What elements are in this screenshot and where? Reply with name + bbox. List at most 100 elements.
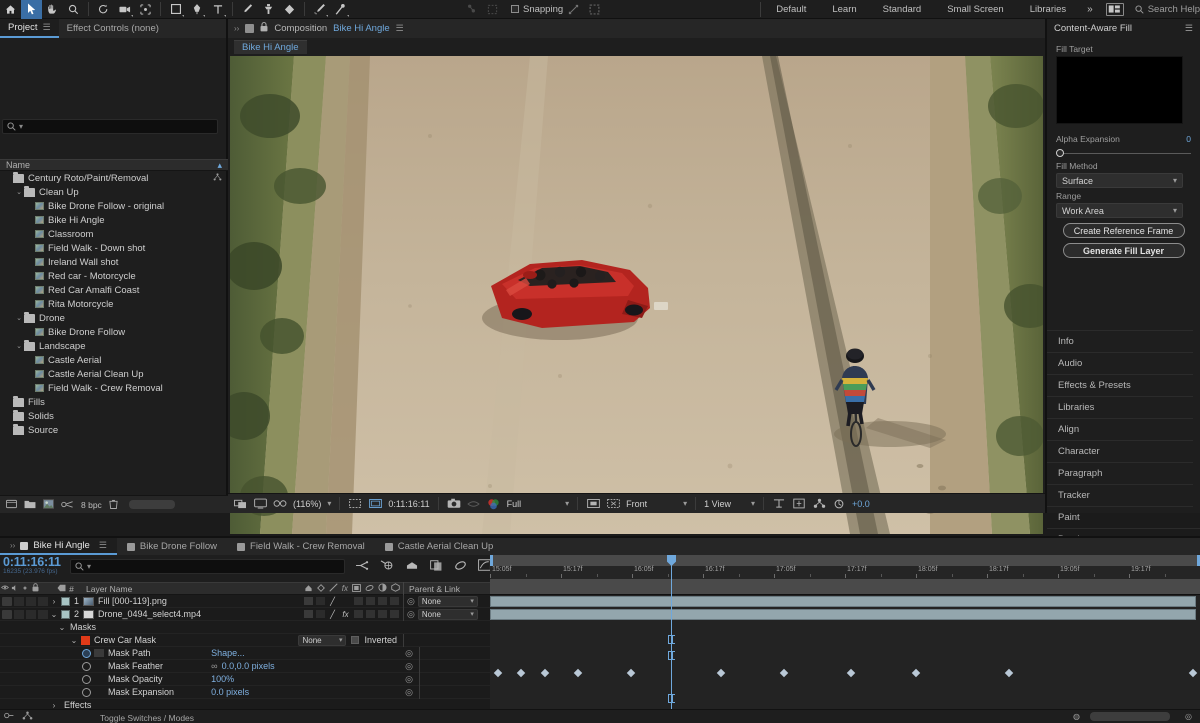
slider-knob[interactable] [1056,149,1064,157]
range-dropdown[interactable]: Work Area ▾ [1056,203,1183,218]
timeline-tab-castle-aerial-clean-up[interactable]: Castle Aerial Clean Up [375,538,504,555]
mask-path-keyframe-row[interactable] [490,667,1200,680]
snapping-checkbox[interactable] [511,5,519,13]
workspace-default[interactable]: Default [763,0,819,19]
views-value[interactable]: 1 View [704,499,731,509]
show-snapshot-icon[interactable] [467,497,481,511]
timeline-icon[interactable] [772,497,786,511]
collapse-icon[interactable] [316,597,325,605]
clone-stamp-tool-icon[interactable] [258,0,279,19]
shape-tool-icon[interactable] [165,0,186,19]
lock-icon[interactable] [38,597,48,606]
workspace-icon[interactable] [1106,3,1124,16]
reset-exposure-icon[interactable] [832,497,846,511]
zoom-tool-icon[interactable] [63,0,84,19]
solo-icon[interactable] [26,597,36,606]
frame-blending-icon[interactable] [430,560,443,574]
project-footage-row[interactable]: Bike Hi Angle [0,213,228,227]
zoom-in-icon[interactable]: ◎ [1185,712,1192,721]
project-folder-row[interactable]: ⌄Landscape [0,339,228,353]
snap-align-icon[interactable] [563,0,584,19]
mask-property-row[interactable]: Mask PathShape...◎ [0,647,490,660]
mask-property-row[interactable]: Mask Feather∞0.0,0.0 pixels◎ [0,660,490,673]
mask-property-value-cell[interactable]: ∞0.0,0.0 pixels [211,661,401,671]
solo-icon[interactable] [26,610,36,619]
link-dimensions-icon[interactable]: ∞ [211,661,217,671]
layer-bar-drone[interactable] [490,609,1196,620]
rotation-tool-icon[interactable] [93,0,114,19]
layer-label-color[interactable] [61,610,70,619]
collapsed-panel-tracker[interactable]: Tracker [1047,484,1200,506]
renderer-icon[interactable] [586,497,600,511]
parent-dropdown[interactable]: None▾ [418,609,478,620]
keyframe-marker[interactable] [1005,669,1013,677]
parent-dropdown[interactable]: None▾ [418,596,478,607]
keyframe-marker[interactable] [574,669,582,677]
panel-menu-icon[interactable]: ☰ [43,22,51,33]
chevron-down-icon[interactable]: ▾ [751,499,755,508]
mask-property-value-cell[interactable]: 0.0 pixels [211,687,401,697]
project-footage-row[interactable]: Red car - Motorcycle [0,269,228,283]
workspace-learn[interactable]: Learn [819,0,869,19]
alpha-expansion-slider[interactable] [1056,148,1191,158]
toggle-mask-icon[interactable] [273,497,287,511]
bit-depth-label[interactable]: 8 bpc [81,500,102,510]
current-time-indicator[interactable] [671,555,672,710]
timeline-tab-bike-hi-angle[interactable]: ››Bike Hi Angle☰ [0,538,117,555]
keyframe-marker[interactable] [912,669,920,677]
workspace-libraries[interactable]: Libraries [1017,0,1079,19]
collapsed-panel-character[interactable]: Character [1047,440,1200,462]
project-folder-row[interactable]: ⌄Clean Up [0,185,228,199]
mask-property-value[interactable]: 0.0 pixels [211,687,249,697]
alpha-expansion-value[interactable]: 0 [1186,134,1191,144]
3d-layer-icon[interactable] [390,597,399,605]
shy-icon[interactable] [304,597,313,605]
layer-name-column-header[interactable]: Layer Name [86,584,132,594]
mask-twirl-icon[interactable]: ⌄ [68,636,80,645]
pick-whip-icon[interactable]: ◎ [405,687,413,698]
pick-whip-icon[interactable]: ◎ [405,674,413,685]
mask-name[interactable]: Crew Car Mask [94,635,156,645]
3d-layer-icon[interactable] [390,610,399,618]
snap-grid-icon[interactable] [584,0,605,19]
keyframe-marker[interactable] [847,669,855,677]
tab-project[interactable]: Project ☰ [0,19,59,38]
pixel-aspect-icon[interactable] [606,497,620,511]
timeline-search-input[interactable]: ▾ [70,559,345,574]
lock-icon[interactable] [38,610,48,619]
collapse-arrow-icon[interactable]: ›› [10,541,15,550]
interpret-footage-icon[interactable] [61,499,74,511]
layer-twirl-icon[interactable]: › [48,597,60,606]
chevron-down-icon[interactable]: ▾ [327,499,331,508]
collapsed-panel-align[interactable]: Align [1047,418,1200,440]
toggle-switches-modes-label[interactable]: Toggle Switches / Modes [100,713,194,723]
twirl-icon[interactable]: ⌄ [14,314,24,322]
parent-link-cell[interactable]: ◎None▾ [404,609,490,620]
camera-tool-icon[interactable] [114,0,135,19]
motion-blur-icon[interactable] [366,597,375,605]
timeline-tab-bike-drone-follow[interactable]: Bike Drone Follow [117,538,227,555]
parent-link-column-header[interactable]: Parent & Link [404,584,490,594]
motion-blur-icon[interactable] [366,610,375,618]
twirl-icon[interactable]: ⌄ [14,188,24,196]
mask-property-value-cell[interactable]: Shape... [211,648,401,658]
fill-method-dropdown[interactable]: Surface ▾ [1056,173,1183,188]
quality-icon[interactable]: ╱ [328,610,337,619]
project-footage-row[interactable]: Classroom [0,227,228,241]
mask-property-value-cell[interactable]: 100% [211,674,401,684]
workspace-overflow-icon[interactable]: » [1079,4,1101,15]
adjustment-icon[interactable] [378,610,387,618]
tab-effect-controls[interactable]: Effect Controls (none) [59,19,167,38]
3d-view-icon[interactable] [812,497,826,511]
project-footage-row[interactable]: Field Walk - Crew Removal [0,381,228,395]
roto-brush-tool-icon[interactable] [309,0,330,19]
mask-property-row[interactable]: Mask Opacity100%◎ [0,673,490,686]
pick-whip-icon[interactable]: ◎ [405,661,413,672]
generate-fill-layer-button[interactable]: Generate Fill Layer [1063,243,1185,258]
eraser-tool-icon[interactable] [279,0,300,19]
collapsed-panel-audio[interactable]: Audio [1047,352,1200,374]
keyframe-marker[interactable] [717,669,725,677]
new-footage-icon[interactable] [43,499,54,511]
masks-twirl-icon[interactable]: ⌄ [56,623,68,632]
parent-link-cell[interactable]: ◎None▾ [404,596,490,607]
